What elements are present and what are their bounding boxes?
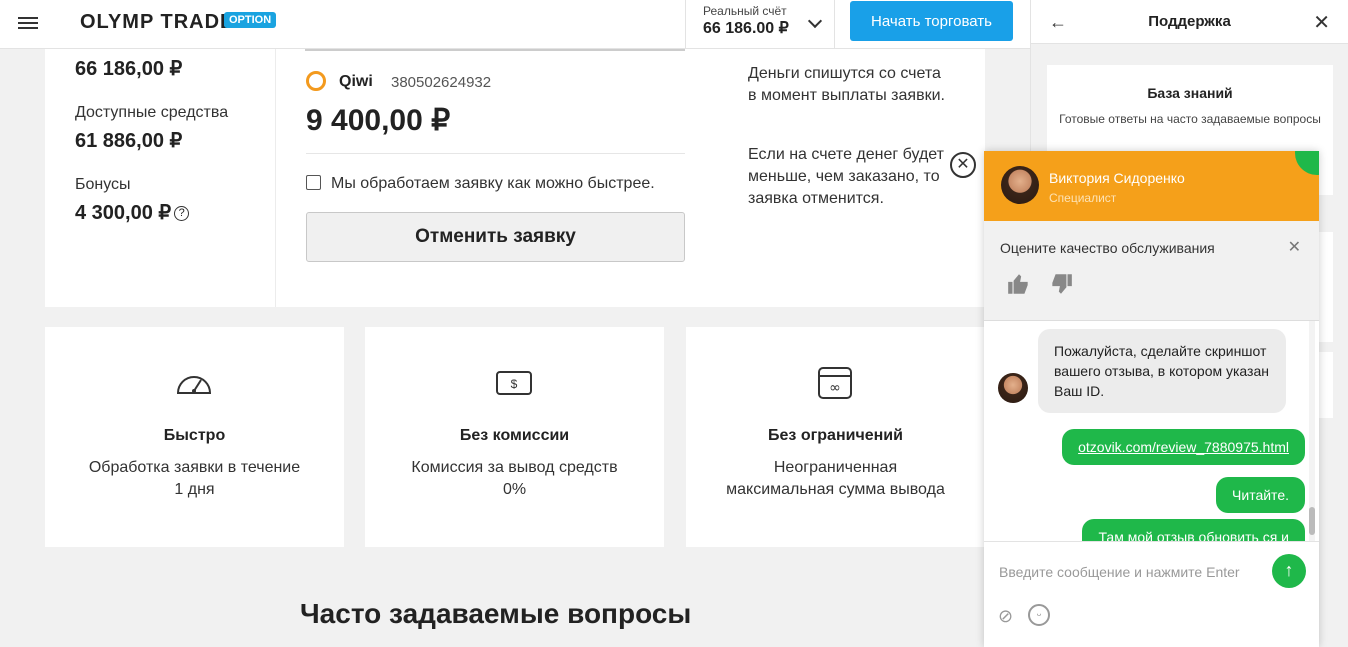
avatar <box>1001 166 1039 204</box>
rating-panel: Оцените качество обслуживания ✕ <box>984 221 1319 321</box>
payment-method: Qiwi <box>339 73 373 90</box>
agent-role: Специалист <box>1049 191 1117 205</box>
close-icon[interactable]: ✕ <box>1313 10 1330 35</box>
chat-widget: Виктория Сидоренко Специалист Оцените ка… <box>984 151 1319 647</box>
rating-text: Оцените качество обслуживания <box>1000 240 1215 256</box>
money-icon: $ <box>496 371 532 395</box>
processing-note: Мы обработаем заявку как можно быстрее. <box>331 175 655 192</box>
feature-text: Обработка заявки в течение 1 дня <box>88 459 301 498</box>
outgoing-message: Читайте. <box>1216 477 1305 513</box>
divider <box>305 49 685 51</box>
feature-text: Комиссия за вывод средств 0% <box>411 459 618 498</box>
feature-title: Быстро <box>163 427 226 444</box>
message-list: Пожалуйста, сделайте скриншот вашего отз… <box>984 321 1319 541</box>
thumbs-up-icon[interactable] <box>1006 271 1032 297</box>
avatar <box>998 373 1028 403</box>
start-trading-button[interactable]: Начать торговать <box>850 1 1013 41</box>
bonus-label: Бонусы <box>75 176 131 193</box>
close-icon[interactable]: ✕ <box>950 152 976 178</box>
feature-title: Без ограничений <box>768 427 903 444</box>
send-icon[interactable]: ↑ <box>1272 554 1306 588</box>
outgoing-message: Там мой отзыв обновить ся и <box>1082 519 1305 541</box>
chat-header: Виктория Сидоренко Специалист <box>984 151 1319 221</box>
scrollbar-thumb[interactable] <box>1309 507 1315 535</box>
kb-text: Готовые ответы на часто задаваемые вопро… <box>1059 112 1321 126</box>
message-link[interactable]: otzovik.com/review_7880975.html <box>1078 439 1289 455</box>
feature-card-no-limits: ∞ Без ограничений Неограниченная максима… <box>686 327 985 547</box>
feature-title: Без комиссии <box>459 427 570 444</box>
total-balance: 66 186,00 ₽ <box>75 58 183 80</box>
attach-icon[interactable]: ⊘ <box>998 606 1013 627</box>
available-value: 61 886,00 ₽ <box>75 130 183 152</box>
logo[interactable]: OLYMP TRADE <box>80 11 234 34</box>
menu-icon[interactable] <box>18 14 38 34</box>
outgoing-message: otzovik.com/review_7880975.html <box>1062 429 1305 465</box>
emoji-icon[interactable]: ᵕ <box>1028 604 1050 626</box>
thumbs-down-icon[interactable] <box>1048 271 1074 297</box>
kb-title: База знаний <box>1147 85 1233 101</box>
available-label: Доступные средства <box>75 104 229 121</box>
info-text-2: Если на счете денег будет меньше, чем за… <box>748 146 944 207</box>
qiwi-icon <box>306 71 326 91</box>
faq-title: Часто задаваемые вопросы <box>300 598 692 629</box>
close-icon[interactable]: ✕ <box>1288 237 1301 257</box>
bonus-row: 4 300,00 ₽? <box>75 200 190 225</box>
svg-text:$: $ <box>511 377 518 391</box>
scrollbar[interactable] <box>1309 321 1315 541</box>
sidebar-title: Поддержка <box>1148 13 1231 30</box>
speedometer-icon <box>176 376 212 394</box>
info-text-1: Деньги спишутся со счета в момент выплат… <box>748 65 945 104</box>
divider <box>306 153 685 154</box>
top-header: OLYMP TRADE OPTION Реальный счёт 66 186.… <box>0 0 1030 49</box>
divider <box>275 49 276 307</box>
agent-name: Виктория Сидоренко <box>1049 170 1185 186</box>
infinity-icon: ∞ <box>818 367 852 399</box>
payment-number: 380502624932 <box>391 74 492 91</box>
feature-card-no-fee: $ Без комиссии Комиссия за вывод средств… <box>365 327 664 547</box>
feature-card-fast: Быстро Обработка заявки в течение 1 дня <box>45 327 344 547</box>
help-icon[interactable]: ? <box>174 206 190 222</box>
message-composer: Введите сообщение и нажмите Enter ↑ ⊘ ᵕ <box>984 541 1319 647</box>
message-input[interactable]: Введите сообщение и нажмите Enter <box>999 564 1240 580</box>
svg-text:∞: ∞ <box>829 380 841 396</box>
account-selector[interactable]: Реальный счёт 66 186.00 ₽ <box>685 0 835 49</box>
cancel-request-button[interactable]: Отменить заявку <box>306 212 685 262</box>
sidebar-header: ← Поддержка ✕ <box>1031 0 1348 44</box>
incoming-message: Пожалуйста, сделайте скриншот вашего отз… <box>1038 329 1286 413</box>
bonus-value: 4 300,00 ₽ <box>75 202 172 224</box>
withdrawal-amount: 9 400,00 ₽ <box>306 104 451 137</box>
logo-badge: OPTION <box>224 12 277 28</box>
calendar-icon <box>306 175 321 190</box>
status-indicator <box>1295 151 1319 175</box>
feature-text: Неограниченная максимальная сумма вывода <box>726 459 945 498</box>
